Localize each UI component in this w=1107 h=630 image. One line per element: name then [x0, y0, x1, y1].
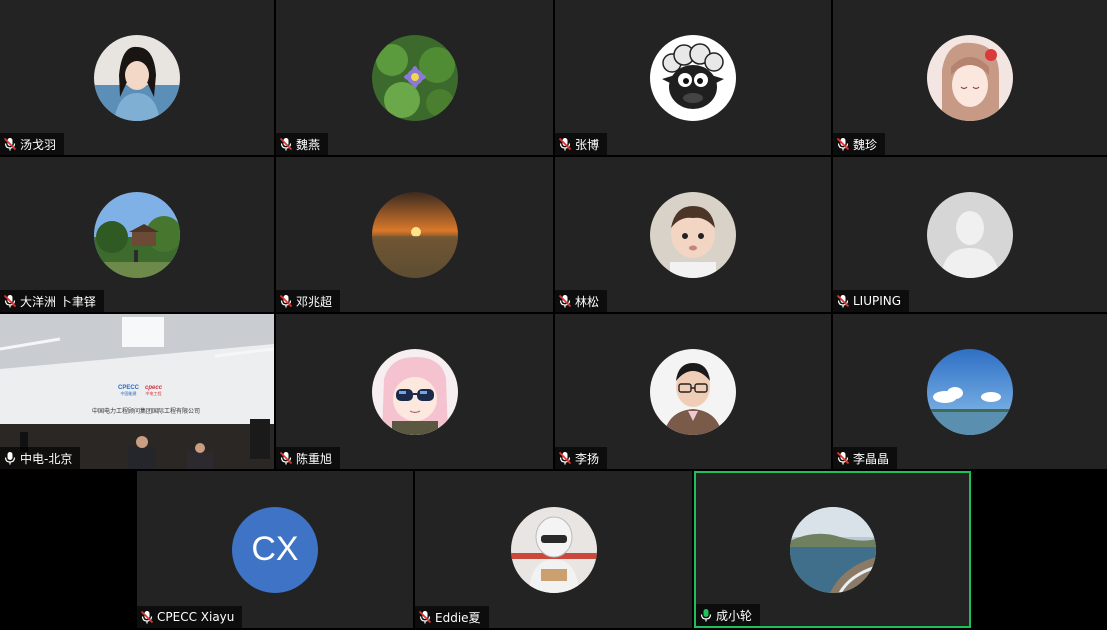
- video-banner-text: 中国电力工程顾问集团国际工程有限公司: [91, 408, 200, 415]
- participant-tile[interactable]: 魏珍: [833, 0, 1107, 155]
- mic-muted-icon[interactable]: [276, 448, 296, 468]
- participant-name-tag: 林松: [555, 290, 608, 312]
- mic-icon[interactable]: [0, 448, 20, 468]
- participant-tile[interactable]: 李扬: [555, 314, 831, 469]
- avatar: [789, 506, 876, 593]
- participant-name-tag: 成小轮: [696, 604, 761, 626]
- video-gallery: 汤戈羽 魏燕 张博 魏珍 大洋洲 卜聿铎 邓兆超 林松 LIUPING CPEC…: [0, 0, 1107, 630]
- avatar: [650, 34, 736, 121]
- default-user-icon: [927, 191, 1013, 278]
- avatar: [650, 348, 736, 435]
- avatar: [94, 191, 180, 278]
- participant-tile[interactable]: CPECC 中国能建 cpecc 中电工程 中国电力工程顾问集团国际工程有限公司…: [0, 314, 274, 469]
- participant-name-tag: 李扬: [555, 447, 608, 469]
- participant-name: 中电-北京: [20, 451, 73, 466]
- participant-tile[interactable]: LIUPING: [833, 157, 1107, 312]
- avatar: [927, 348, 1013, 435]
- mic-muted-icon[interactable]: [0, 134, 20, 154]
- participant-name: Eddie夏: [435, 610, 481, 625]
- mic-muted-icon[interactable]: [0, 291, 20, 311]
- participant-tile[interactable]: 邓兆超: [276, 157, 553, 312]
- participant-tile[interactable]: 汤戈羽: [0, 0, 274, 155]
- participant-name-tag: Eddie夏: [415, 606, 489, 628]
- mic-speaking-icon[interactable]: [696, 605, 716, 625]
- mic-muted-icon[interactable]: [833, 448, 853, 468]
- avatar: [94, 34, 180, 121]
- participant-tile[interactable]: Eddie夏: [415, 471, 692, 628]
- mic-muted-icon[interactable]: [833, 291, 853, 311]
- participant-tile[interactable]: 林松: [555, 157, 831, 312]
- video-logo: CPECC 中国能建 cpecc 中电工程: [118, 385, 162, 397]
- participant-name: 李扬: [575, 451, 600, 466]
- mic-muted-icon[interactable]: [833, 134, 853, 154]
- participant-name-tag: 陈重旭: [276, 447, 341, 469]
- mic-muted-icon[interactable]: [137, 607, 157, 627]
- participant-name-tag: CPECC Xiayu: [137, 606, 243, 628]
- participant-tile[interactable]: 魏燕: [276, 0, 553, 155]
- participant-tile-active-speaker[interactable]: 成小轮: [694, 471, 971, 628]
- logo-right-sub: 中电工程: [145, 391, 162, 396]
- participant-name-tag: 中电-北京: [0, 447, 81, 469]
- avatar: [650, 191, 736, 278]
- avatar: [371, 348, 458, 435]
- logo-left-sub: 中国能建: [120, 391, 137, 396]
- participant-name: 成小轮: [716, 608, 753, 623]
- participant-name: CPECC Xiayu: [157, 610, 235, 624]
- participant-name-tag: 魏燕: [276, 133, 329, 155]
- mic-muted-icon[interactable]: [276, 134, 296, 154]
- participant-name-tag: 汤戈羽: [0, 133, 65, 155]
- participant-tile[interactable]: 李晶晶: [833, 314, 1107, 469]
- mic-muted-icon[interactable]: [276, 291, 296, 311]
- participant-name-tag: 魏珍: [833, 133, 886, 155]
- avatar: [371, 191, 458, 278]
- participant-tile[interactable]: 张博: [555, 0, 831, 155]
- avatar: [371, 34, 458, 121]
- avatar: [510, 506, 597, 593]
- participant-name: 陈重旭: [296, 451, 333, 466]
- mic-muted-icon[interactable]: [415, 607, 435, 627]
- participant-name: 大洋洲 卜聿铎: [20, 294, 96, 309]
- avatar-initials: CX: [232, 506, 318, 593]
- mic-muted-icon[interactable]: [555, 134, 575, 154]
- participant-name: 汤戈羽: [20, 137, 57, 152]
- participant-tile[interactable]: CX CPECC Xiayu: [137, 471, 413, 628]
- participant-name: 魏珍: [853, 137, 878, 152]
- participant-name-tag: 邓兆超: [276, 290, 341, 312]
- participant-name-tag: LIUPING: [833, 290, 910, 312]
- avatar: [927, 34, 1013, 121]
- mic-muted-icon[interactable]: [555, 448, 575, 468]
- participant-name: 林松: [575, 294, 600, 309]
- participant-name-tag: 张博: [555, 133, 608, 155]
- participant-name: 张博: [575, 137, 600, 152]
- participant-name: 李晶晶: [853, 451, 890, 466]
- participant-name: LIUPING: [853, 294, 902, 308]
- participant-name: 邓兆超: [296, 294, 333, 309]
- participant-name: 魏燕: [296, 137, 321, 152]
- participant-name-tag: 李晶晶: [833, 447, 898, 469]
- participant-tile[interactable]: 大洋洲 卜聿铎: [0, 157, 274, 312]
- mic-muted-icon[interactable]: [555, 291, 575, 311]
- participant-name-tag: 大洋洲 卜聿铎: [0, 290, 104, 312]
- meeting-room-video: CPECC 中国能建 cpecc 中电工程 中国电力工程顾问集团国际工程有限公司: [0, 314, 274, 469]
- participant-tile[interactable]: 陈重旭: [276, 314, 553, 469]
